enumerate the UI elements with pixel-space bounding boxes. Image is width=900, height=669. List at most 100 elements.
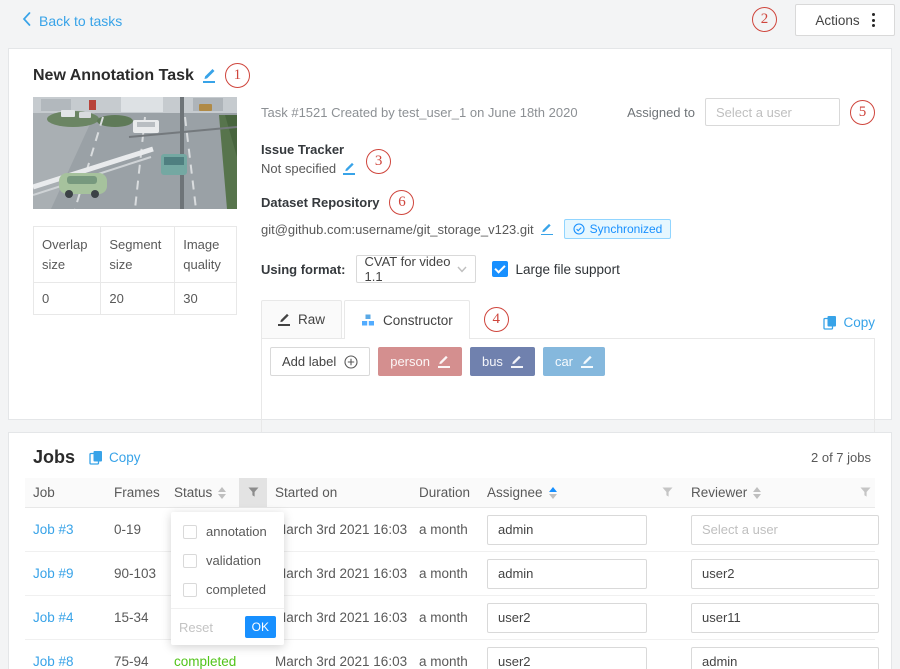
label-chip-car[interactable]: car bbox=[543, 347, 605, 376]
job-9-reviewer-input[interactable] bbox=[691, 559, 879, 589]
job-8-assignee-input[interactable] bbox=[487, 647, 647, 669]
assigned-to-input[interactable] bbox=[705, 98, 840, 126]
edit-repository-icon[interactable] bbox=[541, 223, 553, 235]
copy-icon bbox=[823, 315, 837, 330]
tab-raw[interactable]: Raw bbox=[261, 300, 342, 338]
task-left-column: Overlap size Segment size Image quality … bbox=[33, 97, 237, 435]
task-params-table: Overlap size Segment size Image quality … bbox=[33, 226, 237, 315]
col-header-assignee[interactable]: Assignee bbox=[479, 485, 651, 500]
task-details-page: Back to tasks 2 Actions New Annotation T… bbox=[0, 0, 900, 669]
col-header-started: Started on bbox=[267, 485, 411, 500]
labels-copy-button[interactable]: Copy bbox=[823, 315, 875, 330]
back-to-tasks-link[interactable]: Back to tasks bbox=[22, 12, 122, 29]
job-8-reviewer-input[interactable] bbox=[691, 647, 879, 669]
reviewer-filter-button[interactable] bbox=[853, 478, 877, 507]
annotation-mark-4: 4 bbox=[484, 307, 509, 332]
job-8-frames: 75-94 bbox=[106, 654, 166, 669]
job-9-frames: 90-103 bbox=[106, 566, 166, 581]
col-header-status[interactable]: Status bbox=[166, 485, 239, 500]
job-3-frames: 0-19 bbox=[106, 522, 166, 537]
actions-button[interactable]: Actions bbox=[795, 4, 895, 36]
using-format-label: Using format: bbox=[261, 262, 346, 277]
reviewer-sorter[interactable] bbox=[753, 487, 761, 499]
job-8-started: March 3rd 2021 16:03 bbox=[267, 654, 411, 669]
param-header-segment: Segment size bbox=[101, 227, 175, 283]
job-4-reviewer-input[interactable] bbox=[691, 603, 879, 633]
dataset-repository-url: git@github.com:username/git_storage_v123… bbox=[261, 222, 534, 237]
constructor-tab-label: Constructor bbox=[383, 313, 453, 328]
checkbox-checked-icon bbox=[492, 261, 508, 277]
edit-title-icon[interactable] bbox=[203, 68, 216, 82]
status-sorter[interactable] bbox=[218, 487, 226, 499]
edit-issue-tracker-icon[interactable] bbox=[343, 162, 355, 174]
synchronized-badge[interactable]: Synchronized bbox=[564, 219, 672, 239]
jobs-table-header: Job Frames Status Started on Duration As… bbox=[25, 478, 875, 508]
filter-reset-button[interactable]: Reset bbox=[179, 620, 213, 635]
job-8-duration: a month bbox=[411, 654, 479, 669]
job-3-assignee-input[interactable] bbox=[487, 515, 647, 545]
tab-constructor[interactable]: Constructor bbox=[344, 300, 470, 339]
filter-funnel-icon bbox=[248, 487, 259, 498]
label-chip-bus[interactable]: bus bbox=[470, 347, 535, 376]
job-3-reviewer-input[interactable] bbox=[691, 515, 879, 545]
task-card: New Annotation Task 1 bbox=[8, 48, 892, 420]
dataset-repository-label: Dataset Repository bbox=[261, 195, 379, 210]
jobs-count: 2 of 7 jobs bbox=[811, 450, 871, 465]
filter-option-validation[interactable]: validation bbox=[171, 546, 284, 575]
edit-label-car-icon[interactable] bbox=[581, 355, 593, 367]
job-row-3: Job #3 0-19 March 3rd 2021 16:03 a month bbox=[25, 508, 875, 552]
job-row-8: Job #8 75-94 completed ? March 3rd 2021 … bbox=[25, 640, 875, 669]
job-row-9: Job #9 90-103 March 3rd 2021 16:03 a mon… bbox=[25, 552, 875, 596]
jobs-table: Job Frames Status Started on Duration As… bbox=[25, 478, 875, 669]
job-9-started: March 3rd 2021 16:03 bbox=[267, 566, 411, 581]
param-header-overlap: Overlap size bbox=[34, 227, 101, 283]
format-select[interactable]: CVAT for video 1.1 bbox=[356, 255, 476, 283]
edit-label-person-icon[interactable] bbox=[438, 355, 450, 367]
job-4-assignee-input[interactable] bbox=[487, 603, 647, 633]
edit-label-bus-icon[interactable] bbox=[511, 355, 523, 367]
job-8-status: completed ? bbox=[166, 654, 239, 669]
annotation-mark-5: 5 bbox=[850, 100, 875, 125]
checkbox-unchecked-icon bbox=[183, 554, 197, 568]
check-circle-icon bbox=[573, 223, 585, 235]
add-label-button[interactable]: Add label bbox=[270, 347, 370, 376]
job-9-assignee-input[interactable] bbox=[487, 559, 647, 589]
col-header-duration: Duration bbox=[411, 485, 479, 500]
filter-funnel-icon bbox=[860, 487, 871, 498]
raw-tab-label: Raw bbox=[298, 312, 325, 327]
large-file-support-checkbox[interactable]: Large file support bbox=[492, 261, 620, 277]
job-3-duration: a month bbox=[411, 522, 479, 537]
label-chip-car-name: car bbox=[555, 354, 573, 369]
filter-option-annotation[interactable]: annotation bbox=[171, 517, 284, 546]
task-meta-text: Task #1521 Created by test_user_1 on Jun… bbox=[261, 105, 578, 120]
filter-option-completed[interactable]: completed bbox=[171, 575, 284, 604]
job-9-link[interactable]: Job #9 bbox=[33, 566, 74, 581]
assignee-sorter[interactable] bbox=[549, 487, 557, 499]
label-chip-person-name: person bbox=[390, 354, 430, 369]
jobs-card: Jobs Copy 2 of 7 jobs Job Frames Status … bbox=[8, 432, 892, 669]
jobs-copy-label: Copy bbox=[109, 450, 141, 465]
label-chip-person[interactable]: person bbox=[378, 347, 462, 376]
job-3-link[interactable]: Job #3 bbox=[33, 522, 74, 537]
job-3-started: March 3rd 2021 16:03 bbox=[267, 522, 411, 537]
topbar: Back to tasks 2 Actions bbox=[0, 0, 900, 42]
copy-icon bbox=[89, 450, 103, 465]
assignee-filter-button[interactable] bbox=[651, 478, 683, 507]
job-8-link[interactable]: Job #8 bbox=[33, 654, 74, 669]
annotation-mark-1: 1 bbox=[225, 63, 250, 88]
job-4-link[interactable]: Job #4 bbox=[33, 610, 74, 625]
back-chevron-icon bbox=[22, 12, 31, 29]
checkbox-unchecked-icon bbox=[183, 525, 197, 539]
col-header-reviewer[interactable]: Reviewer bbox=[683, 485, 853, 500]
filter-ok-button[interactable]: OK bbox=[245, 616, 276, 638]
jobs-title: Jobs bbox=[33, 447, 75, 468]
status-filter-dropdown: annotation validation completed Reset OK bbox=[171, 512, 284, 645]
task-right-column: Task #1521 Created by test_user_1 on Jun… bbox=[261, 97, 875, 435]
jobs-copy-button[interactable]: Copy bbox=[89, 450, 141, 465]
status-filter-button[interactable] bbox=[239, 478, 267, 507]
large-file-support-label: Large file support bbox=[516, 262, 620, 277]
annotation-mark-6: 6 bbox=[389, 190, 414, 215]
label-chip-bus-name: bus bbox=[482, 354, 503, 369]
col-header-frames: Frames bbox=[106, 485, 166, 500]
issue-tracker-value: Not specified bbox=[261, 161, 336, 176]
